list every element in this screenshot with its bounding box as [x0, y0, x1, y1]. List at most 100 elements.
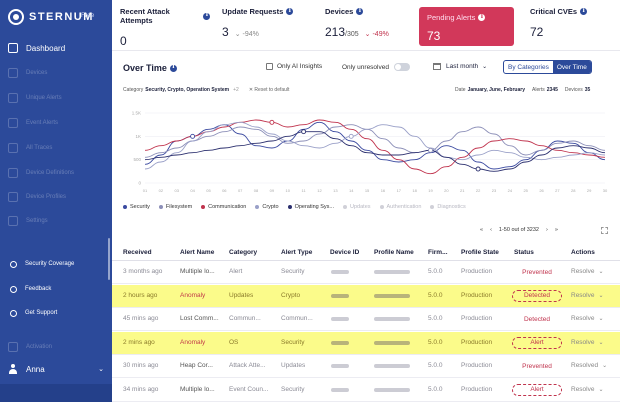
cell-device-id[interactable] [331, 293, 349, 298]
info-icon[interactable] [286, 7, 294, 15]
info-icon[interactable] [356, 7, 364, 15]
resolve-button[interactable]: Resolved ⌄ [571, 362, 607, 369]
table-row[interactable]: 45 mins ago Lost Comm... Commun... Commun..… [112, 308, 620, 331]
info-icon[interactable] [478, 13, 486, 21]
status-badge[interactable]: Alert [512, 336, 562, 349]
sidebar-item-event-alerts[interactable]: Event Alerts [8, 116, 108, 130]
only-ai-insights-checkbox[interactable]: Only AI Insights [266, 63, 322, 70]
by-categories-button[interactable]: By Categories [504, 61, 553, 73]
legend-item-security[interactable]: Security [123, 204, 150, 210]
cell-device-id[interactable] [331, 340, 349, 345]
legend-item-updates[interactable]: Updates [343, 204, 371, 210]
cell-profile-name[interactable] [374, 270, 410, 274]
table-row[interactable]: 2 hours ago Anomaly Updates Crypto 5.0.0 Prod… [112, 284, 620, 308]
data-point[interactable] [348, 133, 354, 139]
status-badge[interactable]: Detected [512, 313, 562, 325]
data-point[interactable] [475, 166, 481, 172]
column-status[interactable]: Status [514, 249, 534, 256]
stat-update-requests[interactable]: Update Requests 3 ⌄ -94% [222, 7, 317, 45]
sidebar-scrollbar[interactable] [108, 238, 110, 280]
sidebar-item-device-definitions[interactable]: Device Definitions [8, 166, 108, 180]
info-icon[interactable] [169, 63, 177, 72]
date-range-select[interactable]: Last month ⌄ [433, 63, 487, 70]
status-badge[interactable]: Detected [512, 289, 562, 302]
over-time-chart[interactable]: 1.5K 1K 500 001 02 03 04 05 06 07 08 09 10 11 12 13 14 15… [123, 105, 611, 195]
status-badge[interactable]: Alert [512, 383, 562, 396]
sidebar-item-unique-alerts[interactable]: Unique Alerts [8, 91, 108, 105]
column-actions[interactable]: Actions [571, 249, 595, 256]
column-alert-name[interactable]: Alert Name [180, 249, 214, 256]
cell-alert-name[interactable]: Anomaly [180, 292, 205, 299]
legend-item-filesystem[interactable]: Filesystem [158, 204, 192, 210]
cell-alert-name[interactable]: Lost Comm... [180, 315, 219, 322]
table-row[interactable]: 34 mins ago Multiple lo... Event Coun... Se… [112, 379, 620, 402]
cell-profile-name[interactable] [374, 317, 410, 321]
cell-profile-name[interactable] [374, 364, 410, 368]
sidebar-item-feedback[interactable]: Feedback [8, 282, 108, 296]
expand-icon[interactable] [601, 227, 608, 234]
table-row[interactable]: 3 months ago Multiple lo... Alert Security 5… [112, 261, 620, 284]
sidebar-item-all-traces[interactable]: All Traces [8, 141, 108, 155]
sidebar-item-activation[interactable]: Activation [8, 340, 108, 354]
table-row[interactable]: 2 mins ago Anomaly OS Security 5.0.0 Producti… [112, 331, 620, 355]
status-badge[interactable]: Prevented [512, 266, 562, 278]
sidebar-item-security-coverage[interactable]: Security Coverage [8, 257, 108, 271]
resolve-button[interactable]: Resolve ⌄ [571, 386, 604, 393]
next-page-icon[interactable]: › [546, 227, 548, 233]
cell-device-id[interactable] [331, 270, 349, 274]
stat-devices[interactable]: Devices 213/305 ⌄ -49% [325, 7, 415, 45]
cell-profile-name[interactable] [374, 340, 410, 345]
cell-device-id[interactable] [331, 317, 349, 321]
legend-item-crypto[interactable]: Crypto [255, 204, 279, 210]
legend-item-diagnostics[interactable]: Diagnostics [430, 204, 466, 210]
cell-profile-name[interactable] [374, 293, 410, 298]
sidebar-item-device-profiles[interactable]: Device Profiles [8, 190, 108, 204]
sidebar-item-devices[interactable]: Devices [8, 66, 108, 80]
stat-recent-attacks[interactable]: Recent Attack Attempts 0 [120, 7, 210, 48]
column-alert-type[interactable]: Alert Type [281, 249, 312, 256]
sidebar-item-get-support[interactable]: Get Support [8, 306, 108, 320]
resolve-button[interactable]: Resolve ⌄ [571, 292, 604, 299]
sidebar-item-settings[interactable]: Settings [8, 214, 108, 228]
series-line-crypto[interactable] [144, 121, 606, 170]
info-icon[interactable] [203, 11, 210, 20]
legend-item-operating-sys[interactable]: Operating Sys... [287, 204, 334, 210]
prev-page-icon[interactable]: ‹ [490, 227, 492, 233]
column-profile-name[interactable]: Profile Name [374, 249, 414, 256]
data-point[interactable] [428, 147, 433, 153]
reset-button[interactable]: ✕ Reset to default [249, 87, 290, 93]
toggle-switch[interactable] [393, 63, 410, 71]
cell-alert-name[interactable]: Multiple lo... [180, 386, 215, 393]
checkbox-icon[interactable] [266, 63, 273, 70]
resolve-button[interactable]: Resolve ⌄ [571, 339, 604, 346]
info-icon[interactable] [580, 7, 588, 15]
legend-item-authentication[interactable]: Authentication [379, 204, 421, 210]
cell-alert-name[interactable]: Multiple lo... [180, 268, 215, 275]
first-page-icon[interactable]: « [480, 227, 483, 233]
data-point[interactable] [190, 133, 196, 139]
cell-device-id[interactable] [331, 387, 349, 392]
resolve-button[interactable]: Resolve ⌄ [571, 268, 604, 275]
column-profile-state[interactable]: Profile State [461, 249, 499, 256]
cell-alert-name[interactable]: Anomaly [180, 339, 205, 346]
cell-profile-name[interactable] [374, 387, 410, 392]
data-point[interactable] [269, 119, 275, 125]
stat-pending-alerts[interactable]: Pending Alerts 73 [419, 7, 514, 46]
over-time-button[interactable]: Over Time [552, 61, 591, 73]
table-row[interactable]: 30 mins ago Heap Cor... Attack Atte... Upda… [112, 355, 620, 378]
column-firmware[interactable]: Firm... [428, 249, 448, 256]
column-category[interactable]: Category [229, 249, 257, 256]
category-more-badge[interactable]: +2 [233, 87, 239, 93]
status-badge[interactable]: Prevented [512, 360, 562, 372]
data-point[interactable] [301, 129, 307, 135]
series-line-security[interactable] [144, 121, 606, 170]
column-device-id[interactable]: Device ID [330, 249, 359, 256]
last-page-icon[interactable]: » [555, 227, 558, 233]
legend-item-communication[interactable]: Communication [201, 204, 246, 210]
column-received[interactable]: Received [123, 249, 152, 256]
stat-critical-cves[interactable]: Critical CVEs 72 [530, 7, 615, 45]
user-menu[interactable]: Anna ⌄ [8, 364, 108, 374]
sidebar-item-dashboard[interactable]: Dashboard [8, 41, 108, 55]
resolve-button[interactable]: Resolve ⌄ [571, 315, 604, 322]
cell-device-id[interactable] [331, 364, 349, 368]
